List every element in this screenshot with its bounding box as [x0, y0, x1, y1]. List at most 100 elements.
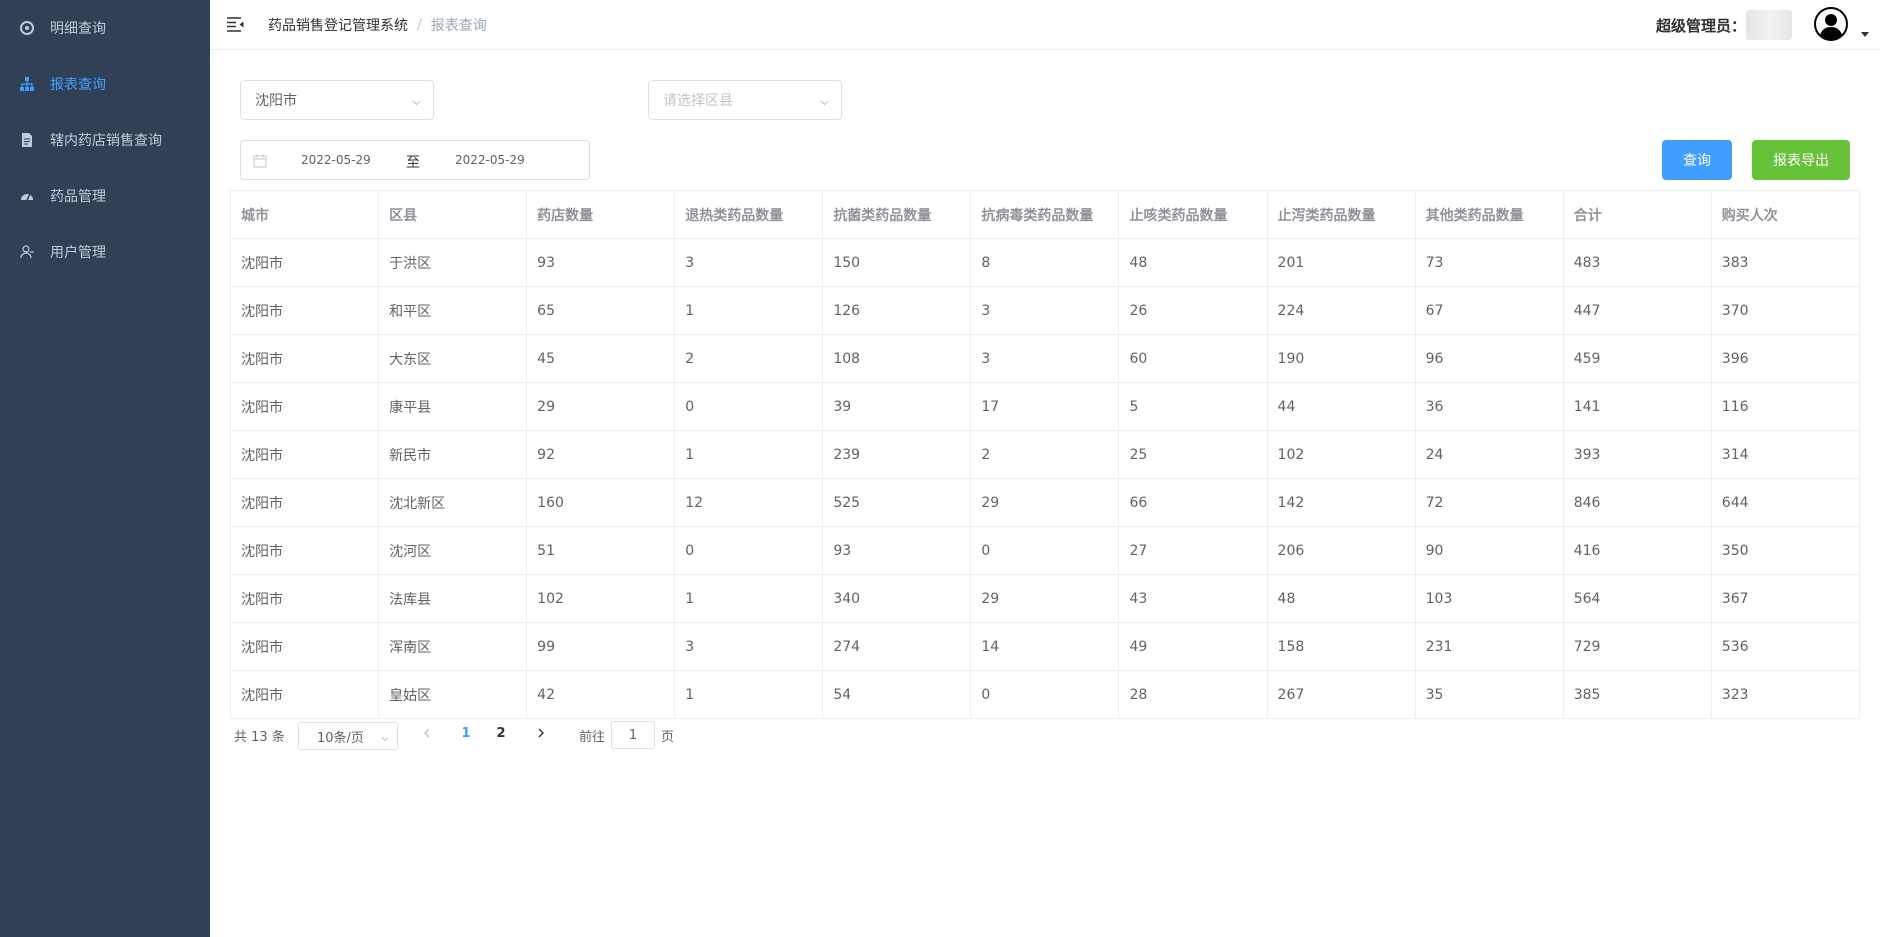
table-cell: 法库县: [378, 574, 528, 623]
table-cell: 44: [1266, 382, 1416, 431]
table-cell: 沈阳市: [229, 574, 380, 623]
sidebar-item-label: 药品管理: [50, 189, 106, 205]
table-cell: 231: [1414, 622, 1564, 671]
column-header: 合计: [1562, 190, 1712, 239]
column-header: 退热类药品数量: [674, 190, 824, 239]
sidebar-item-report-query[interactable]: 报表查询: [0, 56, 210, 112]
sidebar-item-label: 报表查询: [50, 77, 106, 93]
page-suffix-label: 页: [661, 730, 675, 745]
username-redacted: [1746, 10, 1792, 40]
table-cell: 3: [674, 622, 824, 671]
table-cell: 29: [526, 382, 676, 431]
table-row: 沈阳市 新民市 92 1 239 2 25 102 24 393 314: [229, 430, 1861, 479]
next-page-icon[interactable]: [534, 725, 548, 741]
table-cell: 49: [1118, 622, 1268, 671]
table-cell: 846: [1562, 478, 1712, 527]
sidebar-item-drug-management[interactable]: 药品管理: [0, 168, 210, 224]
breadcrumb-separator: /: [417, 17, 422, 33]
table-cell: 416: [1562, 526, 1712, 575]
table-cell: 1: [674, 286, 824, 335]
city-select[interactable]: 沈阳市: [240, 80, 434, 120]
page-number-2[interactable]: 2: [490, 726, 512, 741]
goto-page-input[interactable]: [611, 721, 655, 749]
caret-down-icon[interactable]: [1861, 32, 1869, 37]
table-cell: 康平县: [378, 382, 528, 431]
table-cell: 45: [526, 334, 676, 383]
sidebar-item-label: 明细查询: [50, 21, 106, 37]
table-cell: 93: [822, 526, 972, 575]
table-cell: 103: [1414, 574, 1564, 623]
table-cell: 和平区: [378, 286, 528, 335]
page-size-select[interactable]: 10条/页: [298, 722, 398, 750]
document-icon: [20, 133, 34, 147]
table-cell: 367: [1710, 574, 1861, 623]
date-end-input[interactable]: 2022-05-29: [455, 153, 525, 167]
query-button[interactable]: 查询: [1662, 140, 1732, 180]
table-cell: 17: [970, 382, 1120, 431]
column-header: 止咳类药品数量: [1118, 190, 1268, 239]
top-navbar: 药品销售登记管理系统 / 报表查询 超级管理员：: [210, 0, 1880, 50]
page-number-1[interactable]: 1: [455, 726, 477, 741]
chevron-down-icon: [412, 95, 421, 106]
date-range-separator: 至: [406, 155, 420, 171]
table-cell: 沈阳市: [229, 478, 380, 527]
table-cell: 158: [1266, 622, 1416, 671]
table-cell: 于洪区: [378, 238, 528, 287]
pagination: 共 13 条 10条/页 1 2 前往 页: [234, 719, 834, 750]
table-cell: 383: [1710, 238, 1861, 287]
table-cell: 102: [526, 574, 676, 623]
breadcrumb-root[interactable]: 药品销售登记管理系统: [268, 15, 408, 35]
sidebar: 明细查询 报表查询 辖内药店销售查询 药品管理 用户管理: [0, 0, 210, 937]
table-cell: 42: [526, 670, 676, 719]
table-cell: 267: [1266, 670, 1416, 719]
city-select-value: 沈阳市: [255, 93, 297, 109]
export-report-button[interactable]: 报表导出: [1752, 140, 1850, 180]
sidebar-item-detail-query[interactable]: 明细查询: [0, 0, 210, 56]
user-role-label: 超级管理员：: [1656, 17, 1747, 35]
date-range-picker[interactable]: 2022-05-29 至 2022-05-29: [240, 140, 590, 180]
table-cell: 150: [822, 238, 972, 287]
table-cell: 393: [1562, 430, 1712, 479]
sidebar-item-label: 用户管理: [50, 245, 106, 261]
table-cell: 沈阳市: [229, 286, 380, 335]
table-cell: 102: [1266, 430, 1416, 479]
page-size-value: 10条/页: [317, 730, 364, 746]
table-cell: 72: [1414, 478, 1564, 527]
table-cell: 93: [526, 238, 676, 287]
table-cell: 0: [970, 670, 1120, 719]
table-cell: 483: [1562, 238, 1712, 287]
table-body: 沈阳市 于洪区 93 3 150 8 48 201 73 483 383 沈阳市 和平区 65 1 126 3 2…: [229, 238, 1861, 719]
district-select[interactable]: 请选择区县: [648, 80, 842, 120]
chevron-down-icon: [381, 732, 389, 742]
table-cell: 新民市: [378, 430, 528, 479]
table-cell: 24: [1414, 430, 1564, 479]
date-start-input[interactable]: 2022-05-29: [301, 153, 371, 167]
table-row: 沈阳市 大东区 45 2 108 3 60 190 96 459 396: [229, 334, 1861, 383]
table-cell: 126: [822, 286, 972, 335]
table-cell: 564: [1562, 574, 1712, 623]
table-cell: 160: [526, 478, 676, 527]
prev-page-icon[interactable]: [420, 725, 434, 741]
table-cell: 29: [970, 574, 1120, 623]
table-row: 沈阳市 浑南区 99 3 274 14 49 158 231 729 536: [229, 622, 1861, 671]
table-cell: 90: [1414, 526, 1564, 575]
table-cell: 12: [674, 478, 824, 527]
table-cell: 239: [822, 430, 972, 479]
table-cell: 141: [1562, 382, 1712, 431]
column-header: 区县: [378, 190, 528, 239]
menu-collapse-icon[interactable]: [227, 17, 244, 32]
table-cell: 0: [970, 526, 1120, 575]
table-cell: 385: [1562, 670, 1712, 719]
breadcrumb: 药品销售登记管理系统 / 报表查询: [268, 15, 487, 35]
breadcrumb-current: 报表查询: [430, 18, 487, 34]
table-cell: 沈北新区: [378, 478, 528, 527]
table-row: 沈阳市 皇姑区 42 1 54 0 28 267 35 385 323: [229, 670, 1861, 719]
avatar-icon[interactable]: [1814, 7, 1848, 41]
table-cell: 459: [1562, 334, 1712, 383]
sidebar-item-user-management[interactable]: 用户管理: [0, 224, 210, 280]
table-cell: 67: [1414, 286, 1564, 335]
sidebar-item-pharmacy-sales[interactable]: 辖内药店销售查询: [0, 112, 210, 168]
table-cell: 36: [1414, 382, 1564, 431]
column-header: 购买人次: [1710, 190, 1861, 239]
table-cell: 224: [1266, 286, 1416, 335]
